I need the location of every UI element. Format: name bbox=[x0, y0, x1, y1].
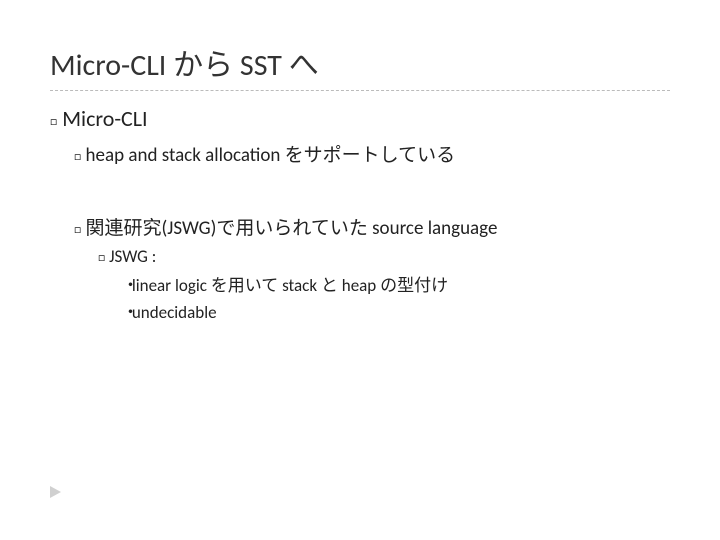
slide-title: Micro-CLI から SST へ bbox=[50, 40, 670, 91]
point-text: heap and stack allocation をサポートしている bbox=[86, 144, 456, 167]
heading-text: Micro-CLI bbox=[62, 105, 147, 132]
bullet-box-icon: □ bbox=[74, 150, 81, 164]
bullet-dot-icon: ・ bbox=[122, 271, 128, 296]
bullet-dot-icon: ・ bbox=[122, 298, 128, 323]
sub-item-text: undecidable bbox=[132, 302, 217, 323]
sub-heading-jswg: □ JSWG : bbox=[98, 246, 670, 267]
heading-micro-cli: □ Micro-CLI bbox=[50, 105, 670, 132]
point-heap-stack: □ heap and stack allocation をサポートしている bbox=[74, 140, 670, 167]
sub-heading-text: JSWG : bbox=[109, 246, 156, 267]
bullet-box-icon: □ bbox=[74, 223, 81, 237]
point-related-work: □ 関連研究(JSWG)で用いられていた source language bbox=[74, 213, 670, 240]
sub-item-text: linear logic を用いて stack と heap の型付け bbox=[132, 275, 448, 296]
spacer bbox=[50, 173, 670, 209]
corner-arrow-icon bbox=[50, 486, 61, 498]
sub-item-linear-logic: ・ linear logic を用いて stack と heap の型付け bbox=[122, 271, 670, 296]
slide: Micro-CLI から SST へ □ Micro-CLI □ heap an… bbox=[0, 0, 720, 540]
sub-item-undecidable: ・ undecidable bbox=[122, 298, 670, 323]
bullet-box-icon: □ bbox=[98, 251, 105, 265]
point-text: 関連研究(JSWG)で用いられていた source language bbox=[86, 217, 498, 240]
bullet-box-icon: □ bbox=[50, 115, 57, 129]
